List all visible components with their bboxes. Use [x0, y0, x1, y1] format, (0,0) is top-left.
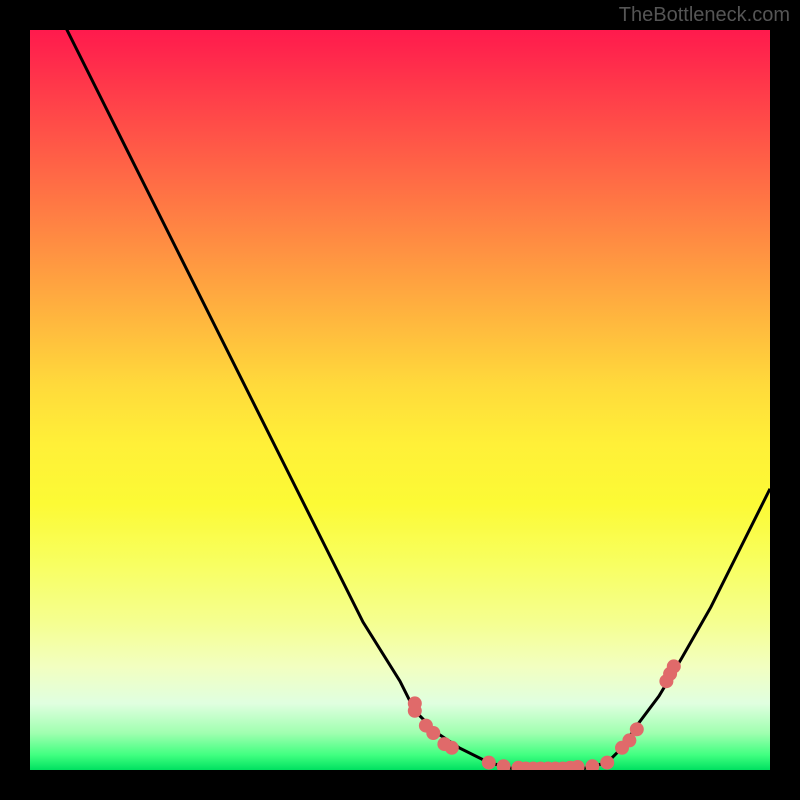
data-points — [408, 659, 681, 770]
data-point — [497, 759, 511, 770]
data-point — [408, 704, 422, 718]
data-point — [445, 741, 459, 755]
data-point — [482, 756, 496, 770]
data-point — [426, 726, 440, 740]
plot-area — [30, 30, 770, 770]
curve-line — [30, 30, 770, 770]
data-point — [630, 722, 644, 736]
data-point — [585, 759, 599, 770]
chart-svg — [30, 30, 770, 770]
watermark-text: TheBottleneck.com — [619, 4, 790, 27]
bottleneck-curve — [30, 30, 770, 770]
data-point — [600, 756, 614, 770]
data-point — [667, 659, 681, 673]
